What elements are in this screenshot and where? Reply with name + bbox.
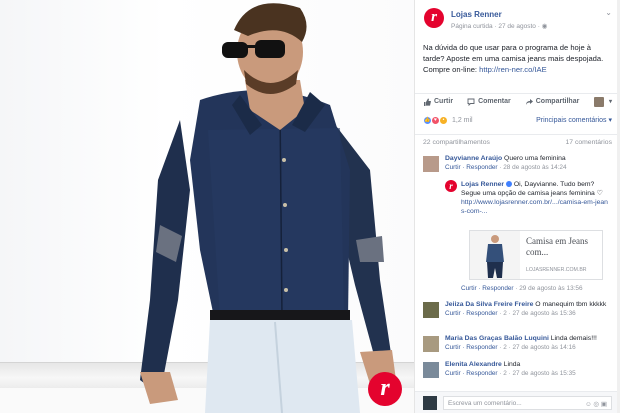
commenter-avatar[interactable]	[423, 336, 439, 352]
comment-time: · 2 · 27 de agosto às 15:35	[497, 370, 576, 377]
commenter-name[interactable]: Dayvianne Araújo	[445, 155, 502, 162]
composer-icons[interactable]: ☺ ◎ ▣	[585, 400, 607, 408]
commenter-avatar[interactable]	[423, 302, 439, 318]
commenter-name[interactable]: Maria Das Graças Balão Luquini	[445, 335, 549, 342]
reply-item: r Lojas Renner Oi, Dayvianne. Tudo bem? …	[445, 180, 608, 216]
commenter-name[interactable]: Jeiiza Da Silva Freire Freire	[445, 301, 533, 308]
reaction-count[interactable]: 1,2 mil	[452, 117, 473, 124]
comment-actions[interactable]: Curtir · Responder	[445, 164, 498, 171]
comment-time: · 28 de agosto às 14:24	[497, 164, 567, 171]
comment-text-line: Jeiiza Da Silva Freire Freire O manequim…	[445, 300, 614, 309]
post-meta-text: Página curtida · 27 de agosto ·	[451, 23, 542, 30]
comments-list: Dayvianne Araújo Quero uma feminina Curt…	[415, 152, 620, 391]
reply-meta: Curtir · Responder · 29 de agosto às 13:…	[461, 284, 583, 293]
commenter-name[interactable]: Elenita Alexandre	[445, 361, 502, 368]
comment-button[interactable]: Comentar	[467, 98, 511, 106]
post-stats: 22 compartilhamentos 17 comentários	[415, 134, 620, 150]
comment-actions[interactable]: Curtir · Responder	[445, 370, 498, 377]
caret-down-icon[interactable]: ▾	[609, 98, 612, 105]
comment-label: Comentar	[478, 98, 511, 105]
thumbs-up-icon	[424, 98, 431, 106]
comment-text-line: Maria Das Graças Balão Luquini Linda dem…	[445, 334, 614, 343]
post-link[interactable]: http://ren-ner.co/IAE	[479, 65, 547, 74]
comment-composer: Escreva um comentário... ☺ ◎ ▣	[415, 391, 620, 413]
page-avatar[interactable]: r	[424, 8, 444, 28]
post-actions: Curtir Comentar Compartilhar ▾	[415, 93, 620, 109]
post-sidebar: r Lojas Renner Página curtida · 27 de ag…	[414, 0, 620, 413]
post-message: Na dúvida do que usar para o programa de…	[415, 38, 620, 93]
link-preview-card[interactable]: Camisa em Jeans com... LOJASRENNER.COM.B…	[469, 230, 603, 280]
reply-author[interactable]: Lojas Renner	[461, 181, 504, 188]
like-button[interactable]: Curtir	[423, 98, 453, 106]
comment-sort-dropdown[interactable]: Principais comentários ▾	[536, 116, 612, 124]
comment-meta: Curtir · Responder · 2 · 27 de agosto às…	[445, 309, 614, 318]
comments-count[interactable]: 17 comentários	[566, 139, 612, 146]
post-header: r Lojas Renner Página curtida · 27 de ag…	[415, 0, 620, 38]
comment-text-line: Elenita Alexandre Linda	[445, 360, 614, 369]
current-user-avatar	[423, 395, 437, 410]
share-button[interactable]: Compartilhar	[525, 98, 580, 106]
commenter-avatar[interactable]	[423, 156, 439, 172]
comment-actions[interactable]: Curtir · Responder	[445, 344, 498, 351]
reply-actions[interactable]: Curtir · Responder	[461, 285, 514, 292]
globe-icon: ◉	[541, 23, 548, 30]
preview-thumbnail	[470, 231, 520, 279]
comment-icon	[467, 98, 475, 106]
model-figure	[140, 3, 396, 413]
comment-input-placeholder: Escreva um comentário...	[448, 399, 522, 407]
post-meta: Página curtida · 27 de agosto · ◉	[451, 22, 547, 30]
brand-logo-watermark: r	[368, 372, 402, 406]
page-name-link[interactable]: Lojas Renner	[451, 10, 502, 19]
reply-link[interactable]: http://www.lojasrenner.com.br/.../camisa…	[461, 198, 608, 216]
comment-meta: Curtir · Responder · 28 de agosto às 14:…	[445, 163, 614, 172]
commenter-avatar[interactable]	[423, 362, 439, 378]
post-photo[interactable]: r	[0, 0, 414, 413]
wow-reaction-icon: •	[439, 115, 448, 125]
comment-meta: Curtir · Responder · 2 · 27 de agosto às…	[445, 369, 614, 378]
reactions-bar[interactable]: 👍 ♥ • 1,2 mil Principais comentários ▾	[415, 112, 620, 128]
reply-text-line: Lojas Renner Oi, Dayvianne. Tudo bem? Se…	[461, 180, 608, 198]
comment-item: Dayvianne Araújo Quero uma feminina Curt…	[423, 154, 614, 292]
comment-input[interactable]: Escreva um comentário... ☺ ◎ ▣	[443, 395, 612, 410]
comment-time: · 2 · 27 de agosto às 14:16	[497, 344, 576, 351]
comment-text: O manequim tbm kkkkk	[533, 301, 607, 308]
reply-avatar[interactable]: r	[445, 180, 457, 192]
comment-text: Linda demais!!!	[548, 335, 597, 342]
comment-item: Maria Das Graças Balão Luquini Linda dem…	[423, 334, 614, 352]
chevron-down-icon[interactable]: ⌄	[605, 8, 612, 17]
preview-domain: LOJASRENNER.COM.BR	[526, 267, 587, 273]
share-icon	[525, 98, 533, 105]
comment-time: · 2 · 27 de agosto às 15:36	[497, 310, 576, 317]
comment-text: Quero uma feminina	[502, 155, 566, 162]
share-label: Compartilhar	[535, 98, 580, 105]
comment-item: Jeiiza Da Silva Freire Freire O manequim…	[423, 300, 614, 318]
reply-time: · 29 de agosto às 13:56	[513, 285, 583, 292]
shares-count[interactable]: 22 compartilhamentos	[423, 139, 490, 146]
comment-text: Linda	[501, 361, 521, 368]
preview-model-image	[486, 235, 504, 278]
comment-text-line: Dayvianne Araújo Quero uma feminina	[445, 154, 614, 163]
comment-item: Elenita Alexandre Linda Curtir · Respond…	[423, 360, 614, 378]
user-avatar-mini[interactable]	[594, 97, 604, 107]
comment-meta: Curtir · Responder · 2 · 27 de agosto às…	[445, 343, 614, 352]
like-label: Curtir	[434, 98, 454, 105]
comment-actions[interactable]: Curtir · Responder	[445, 310, 498, 317]
